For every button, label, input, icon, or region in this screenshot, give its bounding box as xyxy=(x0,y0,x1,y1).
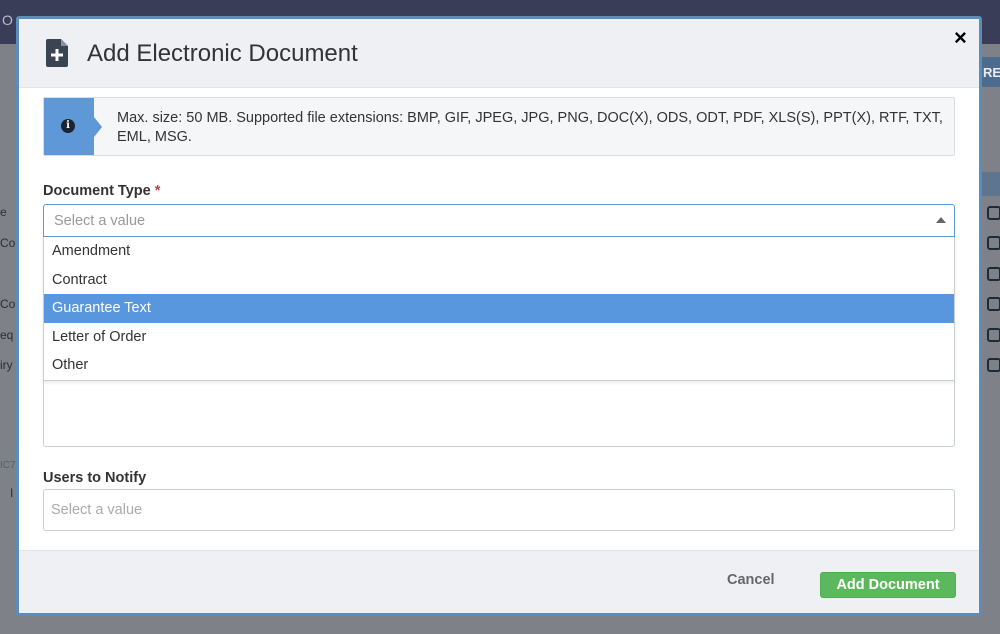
background-edit-icon xyxy=(987,206,1000,220)
users-to-notify-input[interactable]: Select a value xyxy=(43,489,955,531)
background-edit-icon xyxy=(987,297,1000,311)
close-button[interactable]: × xyxy=(954,26,967,50)
option-amendment[interactable]: Amendment xyxy=(44,237,954,266)
option-other[interactable]: Other xyxy=(44,351,954,380)
document-type-label-text: Document Type xyxy=(43,183,151,199)
background-row-text: iry xyxy=(0,358,13,372)
users-to-notify-label: Users to Notify xyxy=(43,470,147,486)
modal-title: Add Electronic Document xyxy=(87,40,358,67)
document-type-label: Document Type * xyxy=(43,183,160,199)
info-icon: i xyxy=(61,119,75,133)
background-row-text: IC7 xyxy=(0,460,16,471)
background-edit-icon xyxy=(987,267,1000,281)
required-marker: * xyxy=(154,183,161,199)
background-row-text: e xyxy=(0,205,7,219)
document-add-icon xyxy=(46,39,68,67)
background-edit-icon xyxy=(987,328,1000,342)
background-row-text: I xyxy=(10,486,14,500)
info-alert-tab: i xyxy=(44,98,102,155)
users-to-notify-placeholder: Select a value xyxy=(51,502,143,518)
caret-up-icon[interactable] xyxy=(936,217,946,223)
modal-header: Add Electronic Document × xyxy=(19,19,979,88)
info-alert: i Max. size: 50 MB. Supported file exten… xyxy=(43,97,955,156)
document-type-placeholder: Select a value xyxy=(54,213,146,229)
option-guarantee-text[interactable]: Guarantee Text xyxy=(44,294,954,323)
option-letter-of-order[interactable]: Letter of Order xyxy=(44,323,954,352)
document-type-dropdown: Amendment Contract Guarantee Text Letter… xyxy=(43,237,955,381)
info-alert-text: Max. size: 50 MB. Supported file extensi… xyxy=(117,110,943,145)
background-edit-icon xyxy=(987,358,1000,372)
modal-footer: Cancel Add Document xyxy=(19,550,979,613)
add-document-modal: Add Electronic Document × i Max. size: 5… xyxy=(16,16,982,616)
add-document-button[interactable]: Add Document xyxy=(820,572,956,598)
background-edit-icon xyxy=(987,236,1000,250)
option-contract[interactable]: Contract xyxy=(44,266,954,295)
cancel-button[interactable]: Cancel xyxy=(727,572,775,588)
document-type-select[interactable]: Select a value xyxy=(43,204,955,237)
background-topbar-label: O xyxy=(2,12,13,28)
background-row-text: eq xyxy=(0,328,14,342)
